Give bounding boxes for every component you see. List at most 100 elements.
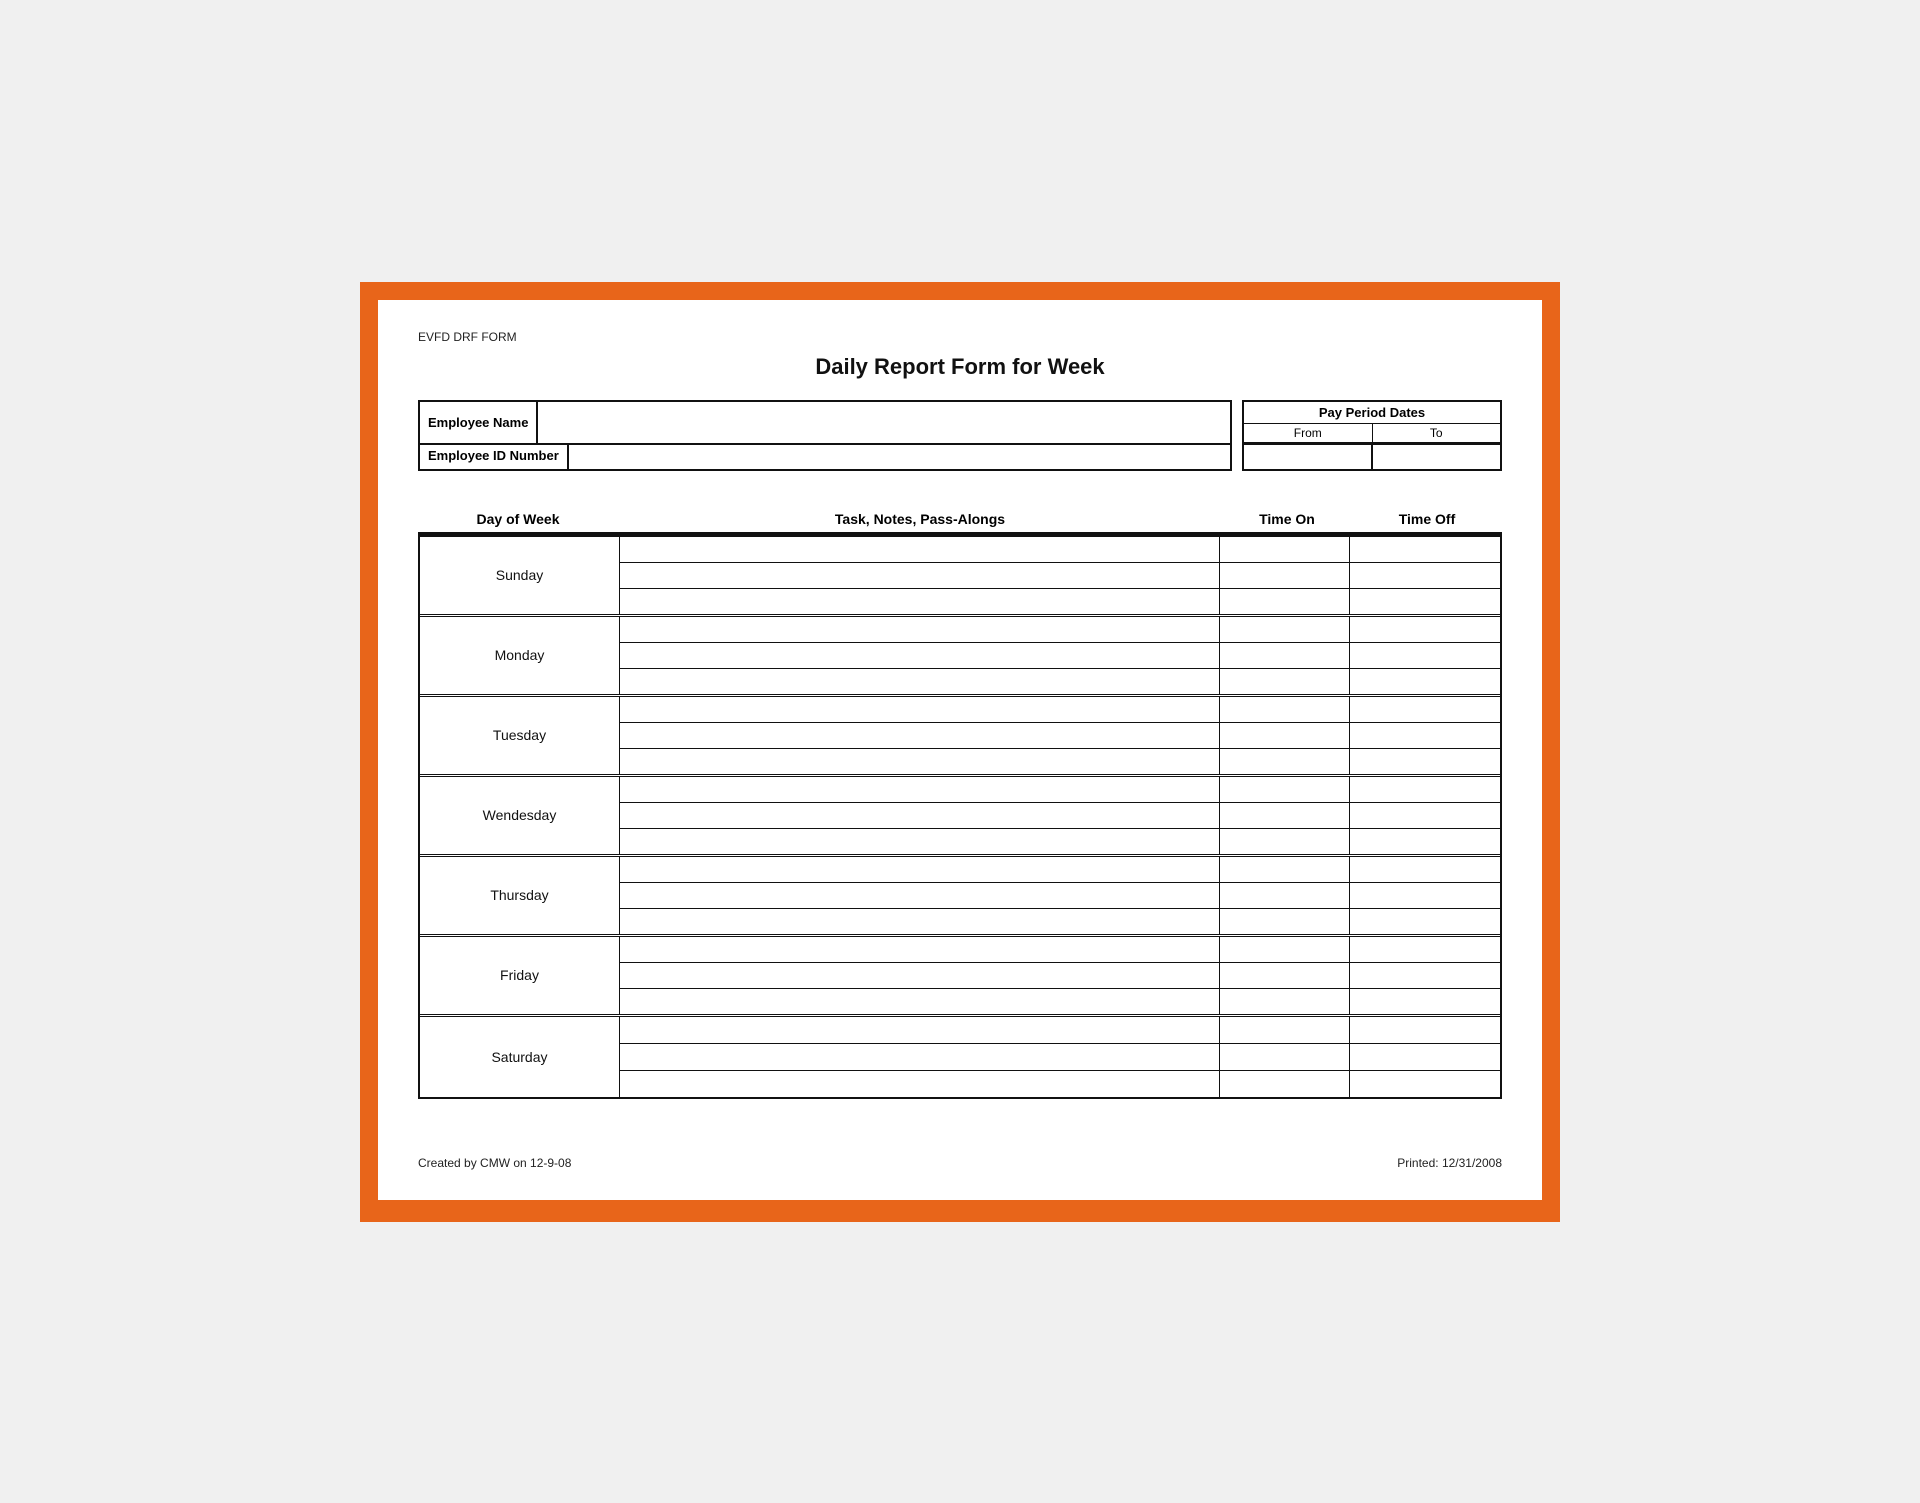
time-off-line[interactable] [1350, 857, 1500, 883]
time-off-line[interactable] [1350, 989, 1500, 1014]
task-line[interactable] [620, 989, 1219, 1014]
tasks-cell-monday[interactable] [620, 617, 1220, 694]
time-off-line[interactable] [1350, 589, 1500, 614]
task-line[interactable] [620, 749, 1219, 774]
task-line[interactable] [620, 669, 1219, 694]
task-line[interactable] [620, 829, 1219, 854]
time-off-line[interactable] [1350, 909, 1500, 934]
task-line[interactable] [620, 617, 1219, 643]
tasks-cell-thursday[interactable] [620, 857, 1220, 934]
time-on-line[interactable] [1220, 1071, 1349, 1097]
time-on-line[interactable] [1220, 777, 1349, 803]
time-on-line[interactable] [1220, 643, 1349, 669]
time-on-line[interactable] [1220, 989, 1349, 1014]
time-off-line[interactable] [1350, 697, 1500, 723]
time-on-cell-wednesday[interactable] [1220, 777, 1350, 854]
employee-name-input[interactable] [538, 400, 1232, 445]
employee-id-input[interactable] [569, 443, 1232, 471]
tasks-cell-friday[interactable] [620, 937, 1220, 1014]
time-off-line[interactable] [1350, 669, 1500, 694]
time-off-line[interactable] [1350, 749, 1500, 774]
time-off-cell-sunday[interactable] [1350, 537, 1500, 614]
time-on-line[interactable] [1220, 829, 1349, 854]
created-by: Created by CMW on 12-9-08 [418, 1156, 571, 1170]
task-line[interactable] [620, 1017, 1219, 1044]
time-on-cell-thursday[interactable] [1220, 857, 1350, 934]
time-off-line[interactable] [1350, 937, 1500, 963]
task-line[interactable] [620, 589, 1219, 614]
task-line[interactable] [620, 777, 1219, 803]
pay-period-to-input[interactable] [1373, 443, 1502, 471]
task-line[interactable] [620, 643, 1219, 669]
time-off-cell-thursday[interactable] [1350, 857, 1500, 934]
tasks-cell-saturday[interactable] [620, 1017, 1220, 1097]
time-on-line[interactable] [1220, 909, 1349, 934]
time-off-line[interactable] [1350, 883, 1500, 909]
task-line[interactable] [620, 563, 1219, 589]
task-line[interactable] [620, 937, 1219, 963]
time-off-cell-wednesday[interactable] [1350, 777, 1500, 854]
time-on-line[interactable] [1220, 963, 1349, 989]
time-on-cell-friday[interactable] [1220, 937, 1350, 1014]
col-time-off-header: Time Off [1352, 511, 1502, 527]
pay-period-from-input[interactable] [1242, 443, 1373, 471]
day-name-friday: Friday [420, 937, 620, 1014]
time-off-cell-saturday[interactable] [1350, 1017, 1500, 1097]
task-line[interactable] [620, 803, 1219, 829]
time-on-line[interactable] [1220, 589, 1349, 614]
time-on-line[interactable] [1220, 749, 1349, 774]
task-line[interactable] [620, 857, 1219, 883]
task-line[interactable] [620, 1071, 1219, 1097]
time-off-line[interactable] [1350, 563, 1500, 589]
task-line[interactable] [620, 537, 1219, 563]
time-on-cell-tuesday[interactable] [1220, 697, 1350, 774]
time-off-line[interactable] [1350, 617, 1500, 643]
task-line[interactable] [620, 697, 1219, 723]
time-on-line[interactable] [1220, 697, 1349, 723]
tasks-cell-tuesday[interactable] [620, 697, 1220, 774]
task-line[interactable] [620, 963, 1219, 989]
time-off-line[interactable] [1350, 537, 1500, 563]
inner-page: EVFD DRF FORM Daily Report Form for Week… [378, 300, 1542, 1200]
time-off-line[interactable] [1350, 963, 1500, 989]
task-line[interactable] [620, 909, 1219, 934]
time-on-line[interactable] [1220, 857, 1349, 883]
time-on-line[interactable] [1220, 937, 1349, 963]
time-off-line[interactable] [1350, 1017, 1500, 1044]
time-off-line[interactable] [1350, 1044, 1500, 1071]
time-on-line[interactable] [1220, 1044, 1349, 1071]
day-name-wednesday: Wendesday [420, 777, 620, 854]
time-on-line[interactable] [1220, 883, 1349, 909]
day-rows-container: Sunday [418, 535, 1502, 1099]
report-table-section: Day of Week Task, Notes, Pass-Alongs Tim… [418, 511, 1502, 1126]
time-on-cell-sunday[interactable] [1220, 537, 1350, 614]
task-line[interactable] [620, 883, 1219, 909]
time-on-line[interactable] [1220, 537, 1349, 563]
time-off-line[interactable] [1350, 643, 1500, 669]
time-off-line[interactable] [1350, 777, 1500, 803]
time-on-line[interactable] [1220, 563, 1349, 589]
pay-period-title: Pay Period Dates [1244, 402, 1500, 424]
time-on-cell-saturday[interactable] [1220, 1017, 1350, 1097]
task-line[interactable] [620, 723, 1219, 749]
time-on-line[interactable] [1220, 723, 1349, 749]
time-on-line[interactable] [1220, 1017, 1349, 1044]
time-off-cell-friday[interactable] [1350, 937, 1500, 1014]
time-off-line[interactable] [1350, 723, 1500, 749]
employee-info-section: Employee Name Pay Period Dates From To E… [418, 400, 1502, 471]
time-off-line[interactable] [1350, 829, 1500, 854]
printed-date: Printed: 12/31/2008 [1397, 1156, 1502, 1170]
time-on-line[interactable] [1220, 617, 1349, 643]
tasks-cell-sunday[interactable] [620, 537, 1220, 614]
time-on-cell-monday[interactable] [1220, 617, 1350, 694]
time-off-line[interactable] [1350, 1071, 1500, 1097]
time-off-cell-tuesday[interactable] [1350, 697, 1500, 774]
time-on-line[interactable] [1220, 803, 1349, 829]
time-on-line[interactable] [1220, 669, 1349, 694]
time-off-cell-monday[interactable] [1350, 617, 1500, 694]
tasks-cell-wednesday[interactable] [620, 777, 1220, 854]
time-off-line[interactable] [1350, 803, 1500, 829]
table-row: Thursday [420, 857, 1500, 937]
task-line[interactable] [620, 1044, 1219, 1071]
col-day-header: Day of Week [418, 511, 618, 527]
